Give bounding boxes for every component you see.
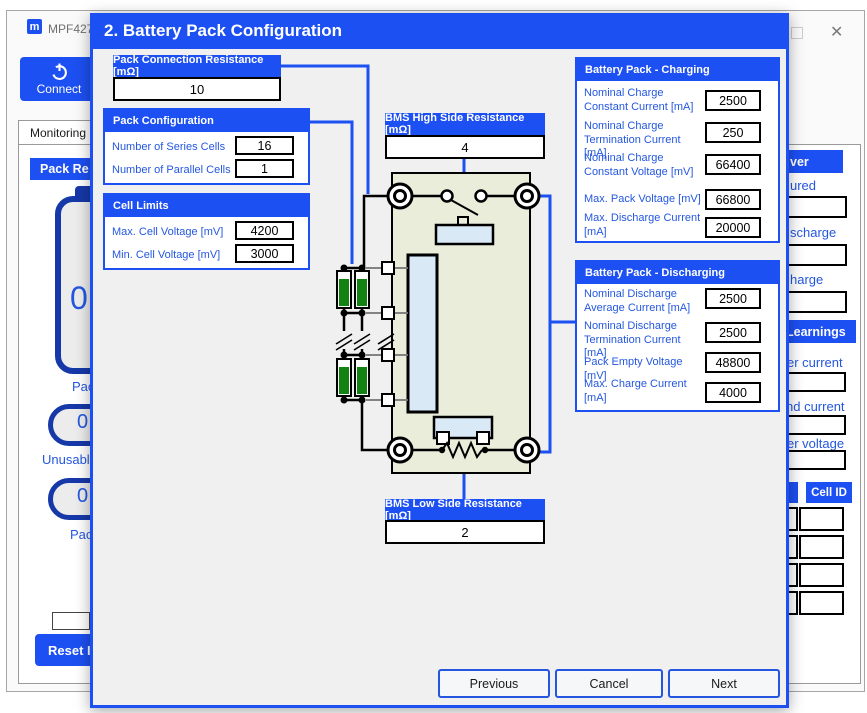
right-field2-input[interactable]	[786, 244, 847, 266]
charge-termination-current-input[interactable]: 250	[705, 122, 761, 143]
pack-empty-voltage-input[interactable]: 48800	[705, 352, 761, 373]
max-pack-voltage-input[interactable]: 66800	[705, 189, 761, 210]
right-field2-label: scharge	[790, 225, 836, 240]
right-field1-input[interactable]	[786, 196, 847, 218]
right-field6-input[interactable]	[786, 450, 846, 470]
tab-monitoring[interactable]: Monitoring	[18, 120, 98, 145]
max-pack-voltage-label: Max. Pack Voltage [mV]	[584, 193, 706, 207]
pack-connection-resistance-header: Pack Connection Resistance [mΩ]	[113, 55, 281, 77]
discharging-header: Battery Pack - Discharging	[577, 262, 778, 284]
discharge-termination-current-input[interactable]: 2500	[705, 322, 761, 343]
pack-section-header: Pack Re	[30, 158, 95, 180]
right-field4-label: er current	[787, 355, 843, 370]
min-cell-voltage-label: Min. Cell Voltage [mV]	[112, 249, 220, 263]
bms-low-side-input[interactable]: 2	[385, 520, 545, 544]
battery-pack-discharging-panel: Battery Pack - Discharging Nominal Disch…	[575, 260, 780, 412]
pack-configuration-panel: Pack Configuration Number of Series Cell…	[103, 108, 310, 185]
right-field4-input[interactable]	[786, 372, 846, 392]
max-cell-voltage-label: Max. Cell Voltage [mV]	[112, 226, 223, 240]
parallel-cells-label: Number of Parallel Cells	[112, 164, 231, 178]
cell-table-cell[interactable]	[799, 507, 844, 531]
close-icon[interactable]: ✕	[830, 22, 843, 42]
max-charge-current-input[interactable]: 4000	[705, 382, 761, 403]
right-field3-input[interactable]	[786, 291, 847, 313]
right-field6-label: er voltage	[787, 436, 844, 451]
max-cell-voltage-input[interactable]: 4200	[235, 221, 294, 240]
max-discharge-current-label: Max. Discharge Current [mA]	[584, 212, 706, 239]
next-button[interactable]: Next	[668, 669, 780, 698]
min-cell-voltage-input[interactable]: 3000	[235, 244, 294, 263]
app-logo-icon: m	[27, 19, 42, 34]
series-cells-label: Number of Series Cells	[112, 141, 225, 155]
right-field5-input[interactable]	[786, 415, 846, 435]
charge-constant-voltage-label: Nominal Charge Constant Voltage [mV]	[584, 152, 706, 179]
connect-button[interactable]: Connect	[20, 57, 98, 101]
charging-header: Battery Pack - Charging	[577, 59, 778, 81]
bms-high-side-header: BMS High Side Resistance [mΩ]	[385, 113, 545, 135]
maximize-icon[interactable]	[791, 27, 803, 39]
dialog-title: 2. Battery Pack Configuration	[104, 21, 342, 41]
charge-constant-current-label: Nominal Charge Constant Current [mA]	[584, 87, 706, 114]
battery-pack-charging-panel: Battery Pack - Charging Nominal Charge C…	[575, 57, 780, 243]
series-cells-input[interactable]: 16	[235, 136, 294, 155]
cancel-button[interactable]: Cancel	[555, 669, 663, 698]
pack-connection-resistance-input[interactable]: 10	[113, 77, 281, 101]
cell-table-cell[interactable]	[799, 535, 844, 559]
discharge-average-current-input[interactable]: 2500	[705, 288, 761, 309]
cell-id-header: Cell ID	[806, 482, 852, 503]
charge-constant-voltage-input[interactable]: 66400	[705, 154, 761, 175]
left-text-input[interactable]	[52, 612, 90, 630]
dialog-titlebar[interactable]: 2. Battery Pack Configuration	[90, 13, 789, 49]
bms-low-side-header: BMS Low Side Resistance [mΩ]	[385, 499, 545, 520]
gauge2-label: Unusabl	[42, 452, 90, 467]
discharge-termination-current-label: Nominal Discharge Termination Current [m…	[584, 320, 706, 361]
right-field5-label: nd current	[786, 399, 845, 414]
parallel-cells-input[interactable]: 1	[235, 159, 294, 178]
connect-label: Connect	[37, 82, 82, 96]
charge-constant-current-input[interactable]: 2500	[705, 90, 761, 111]
gauge2-value: 0	[77, 411, 88, 434]
bms-high-side-input[interactable]: 4	[385, 135, 545, 159]
gauge1-value: 0	[70, 280, 88, 317]
right-field3-label: harge	[790, 272, 823, 287]
gauge3-value: 0	[77, 485, 88, 508]
power-icon	[51, 63, 68, 80]
max-charge-current-label: Max. Charge Current [mA]	[584, 378, 706, 405]
previous-button[interactable]: Previous	[438, 669, 550, 698]
cell-limits-panel: Cell Limits Max. Cell Voltage [mV] 4200 …	[103, 193, 310, 270]
cell-table-cell[interactable]	[799, 563, 844, 587]
right-field1-label: ured	[790, 178, 816, 193]
pack-configuration-header: Pack Configuration	[105, 110, 308, 132]
max-discharge-current-input[interactable]: 20000	[705, 217, 761, 238]
discharge-average-current-label: Nominal Discharge Average Current [mA]	[584, 288, 706, 315]
cell-limits-header: Cell Limits	[105, 195, 308, 217]
cell-table-cell[interactable]	[799, 591, 844, 615]
